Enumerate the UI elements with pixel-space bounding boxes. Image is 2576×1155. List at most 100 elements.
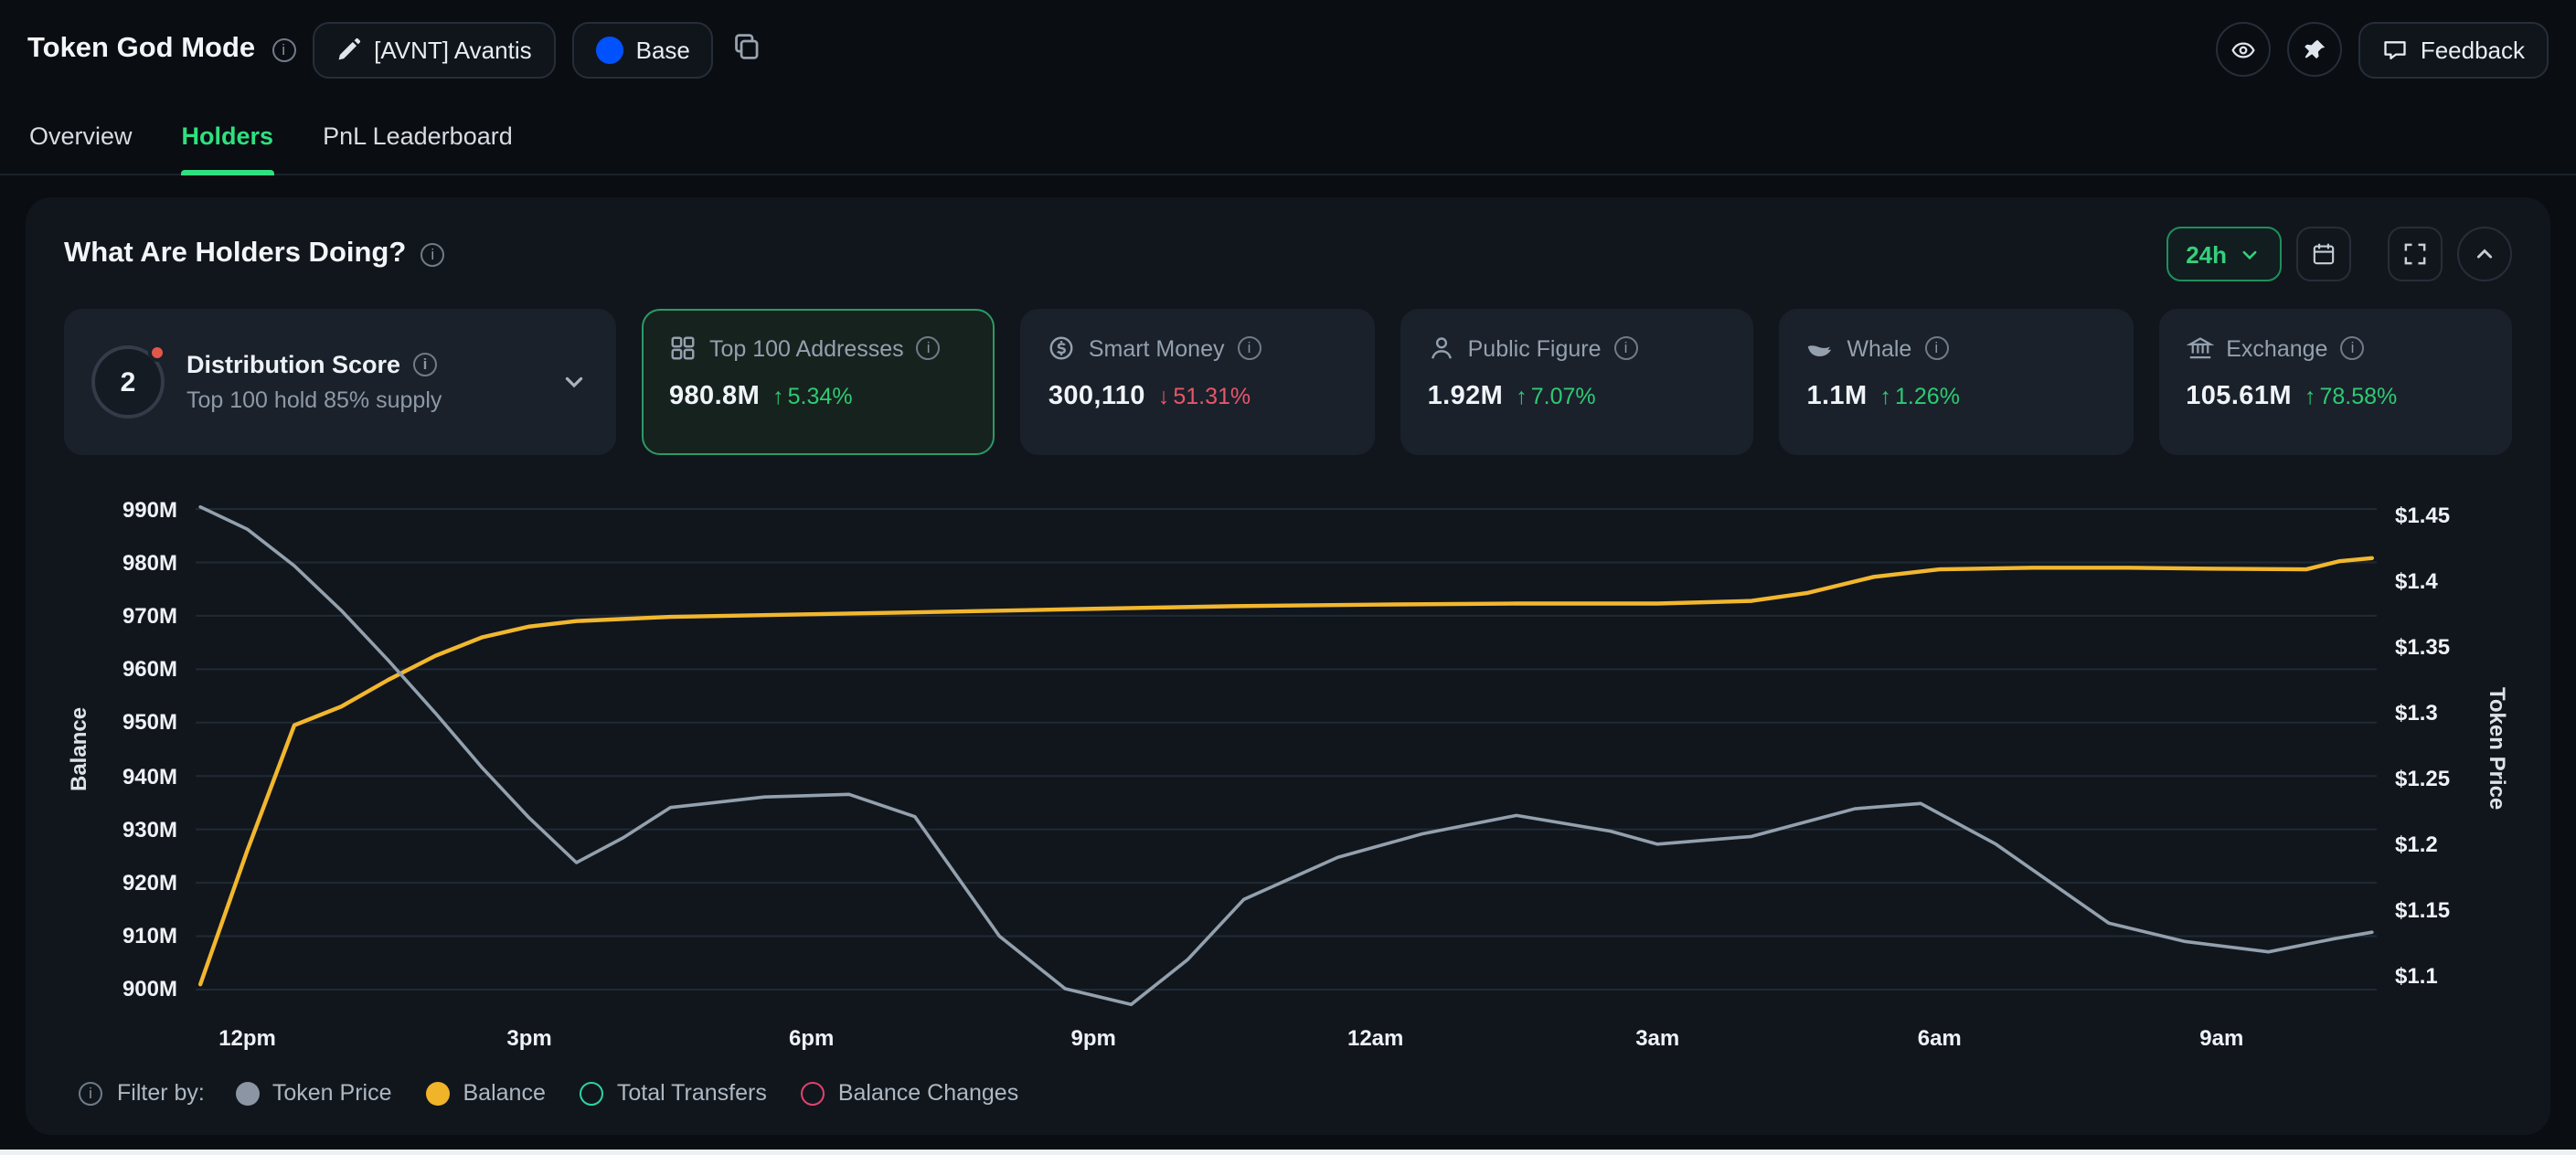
stat-change-pct: 7.07%	[1531, 384, 1596, 409]
left-axis-ticks: 990M980M970M960M950M940M930M920M910M900M	[93, 488, 196, 1011]
token-select-button[interactable]: [AVNT] Avantis	[312, 21, 555, 78]
distribution-title: Distribution Score	[186, 351, 400, 378]
plot[interactable]	[196, 488, 2377, 1011]
stat-label-row: Smart Money	[1048, 334, 1347, 362]
radio-icon	[236, 1081, 260, 1105]
stat-card-whale[interactable]: Whale 1.1M↑1.26%	[1779, 309, 2133, 455]
feedback-chat-icon	[2382, 37, 2408, 62]
left-axis-tick: 970M	[122, 603, 177, 629]
filter-option-total-transfers[interactable]: Total Transfers	[580, 1080, 767, 1106]
left-axis-tick: 960M	[122, 656, 177, 682]
chain-select-button[interactable]: Base	[572, 21, 714, 78]
base-logo-icon	[596, 36, 623, 63]
x-axis-tick: 9am	[2199, 1025, 2243, 1051]
stat-label-row: Top 100 Addresses	[669, 334, 968, 362]
stat-value-row: 105.61M ↑78.58%	[2186, 382, 2485, 411]
arrow-up-icon: ↑	[1880, 384, 1892, 409]
info-icon[interactable]	[413, 353, 437, 376]
chevron-down-icon[interactable]	[559, 367, 589, 397]
watchlist-eye-icon	[2230, 37, 2256, 62]
stat-card-top-100-addresses[interactable]: Top 100 Addresses980.8M↑5.34%	[642, 309, 995, 455]
stat-change: ↑1.26%	[1880, 384, 1960, 409]
coin-icon	[1048, 334, 1076, 362]
edit-icon	[335, 37, 361, 62]
tab-pnl-leaderboard[interactable]: PnL Leaderboard	[323, 99, 513, 174]
left-axis-tick: 930M	[122, 817, 177, 842]
stat-value: 105.61M	[2186, 382, 2292, 411]
info-icon[interactable]	[79, 1081, 102, 1105]
stat-change: ↑78.58%	[2305, 384, 2397, 409]
radio-icon	[427, 1081, 451, 1105]
filter-options: Token Price Balance Total Transfers Balance…	[236, 1080, 1018, 1106]
chain-name: Base	[636, 36, 690, 63]
info-icon[interactable]	[271, 37, 295, 61]
x-axis-ticks: 12pm3pm6pm9pm12am3am6am9am	[196, 1011, 2377, 1058]
page-title: Token God Mode	[27, 33, 255, 66]
filter-option-label: Token Price	[272, 1080, 392, 1106]
whale-icon	[1806, 334, 1834, 362]
left-axis-tick: 920M	[122, 870, 177, 895]
copy-address-button[interactable]	[732, 31, 769, 68]
stat-value: 1.92M	[1428, 382, 1504, 411]
info-icon[interactable]	[2340, 336, 2364, 360]
radio-icon	[802, 1081, 825, 1105]
info-icon[interactable]	[1924, 336, 1948, 360]
calendar-button[interactable]	[2296, 227, 2351, 281]
filter-option-balance[interactable]: Balance	[427, 1080, 546, 1106]
fullscreen-button[interactable]	[2388, 227, 2443, 281]
tab-holders[interactable]: Holders	[182, 99, 274, 174]
stat-change-pct: 51.31%	[1173, 384, 1251, 409]
left-axis-tick: 950M	[122, 710, 177, 736]
stat-label-row: Exchange	[2186, 334, 2485, 362]
filter-label: Filter by:	[117, 1080, 205, 1106]
filter-option-token-price[interactable]: Token Price	[236, 1080, 392, 1106]
stat-label: Smart Money	[1089, 335, 1225, 361]
info-icon[interactable]	[1238, 336, 1261, 360]
timeframe-select[interactable]: 24h	[2166, 227, 2282, 281]
stat-card-smart-money[interactable]: Smart Money300,110↓51.31%	[1021, 309, 1375, 455]
info-icon[interactable]	[917, 336, 941, 360]
x-axis-tick: 6pm	[789, 1025, 834, 1051]
stat-value: 980.8M	[669, 382, 760, 411]
tab-bar: Overview Holders PnL Leaderboard	[0, 99, 2576, 175]
page-bottom-edge	[0, 1150, 2576, 1155]
stat-card-exchange[interactable]: Exchange 105.61M ↑78.58%	[2158, 309, 2512, 455]
arrow-up-icon: ↑	[2305, 384, 2316, 409]
series-line-token-price	[200, 507, 2372, 1005]
filter-option-label: Balance Changes	[838, 1080, 1018, 1106]
info-icon[interactable]	[420, 242, 444, 266]
info-icon[interactable]	[1614, 336, 1638, 360]
x-axis-tick: 12pm	[218, 1025, 276, 1051]
stat-card-public-figure[interactable]: Public Figure1.92M↑7.07%	[1400, 309, 1754, 455]
feedback-button[interactable]: Feedback	[2358, 21, 2549, 78]
stat-value-row: 1.1M↑1.26%	[1806, 382, 2105, 411]
left-axis-tick: 980M	[122, 549, 177, 575]
tab-overview[interactable]: Overview	[29, 99, 133, 174]
arrow-up-icon: ↑	[772, 384, 784, 409]
left-axis-tick: 940M	[122, 763, 177, 789]
filter-option-balance-changes[interactable]: Balance Changes	[802, 1080, 1018, 1106]
distribution-score-card[interactable]: 2 Distribution Score Top 100 hold 85% su…	[64, 309, 616, 455]
right-axis-tick: $1.1	[2395, 963, 2438, 989]
filter-option-label: Balance	[463, 1080, 546, 1106]
left-axis-title: Balance	[64, 488, 93, 1011]
chevron-down-icon	[2238, 242, 2262, 266]
distribution-score-badge: 2	[91, 345, 165, 419]
x-axis-tick: 3am	[1635, 1025, 1679, 1051]
bank-icon	[2186, 334, 2213, 362]
stat-change-pct: 78.58%	[2319, 384, 2397, 409]
stat-label: Whale	[1847, 335, 1911, 361]
holders-chart: Balance 990M980M970M960M950M940M930M920M…	[64, 488, 2512, 1058]
x-axis-tick: 6am	[1918, 1025, 1962, 1051]
right-axis-ticks: $1.45$1.4$1.35$1.3$1.25$1.2$1.15$1.1	[2377, 488, 2483, 1011]
stat-label: Exchange	[2226, 335, 2327, 361]
holders-panel: What Are Holders Doing? 24h 2	[26, 197, 2550, 1135]
right-axis-tick: $1.35	[2395, 634, 2450, 660]
arrow-up-icon: ↑	[1516, 384, 1528, 409]
collapse-button[interactable]	[2457, 227, 2512, 281]
watchlist-button[interactable]	[2216, 22, 2271, 77]
left-axis-tick: 910M	[122, 924, 177, 949]
token-name: [AVNT] Avantis	[374, 36, 531, 63]
pin-button[interactable]	[2287, 22, 2342, 77]
series-line-balance	[200, 558, 2372, 984]
